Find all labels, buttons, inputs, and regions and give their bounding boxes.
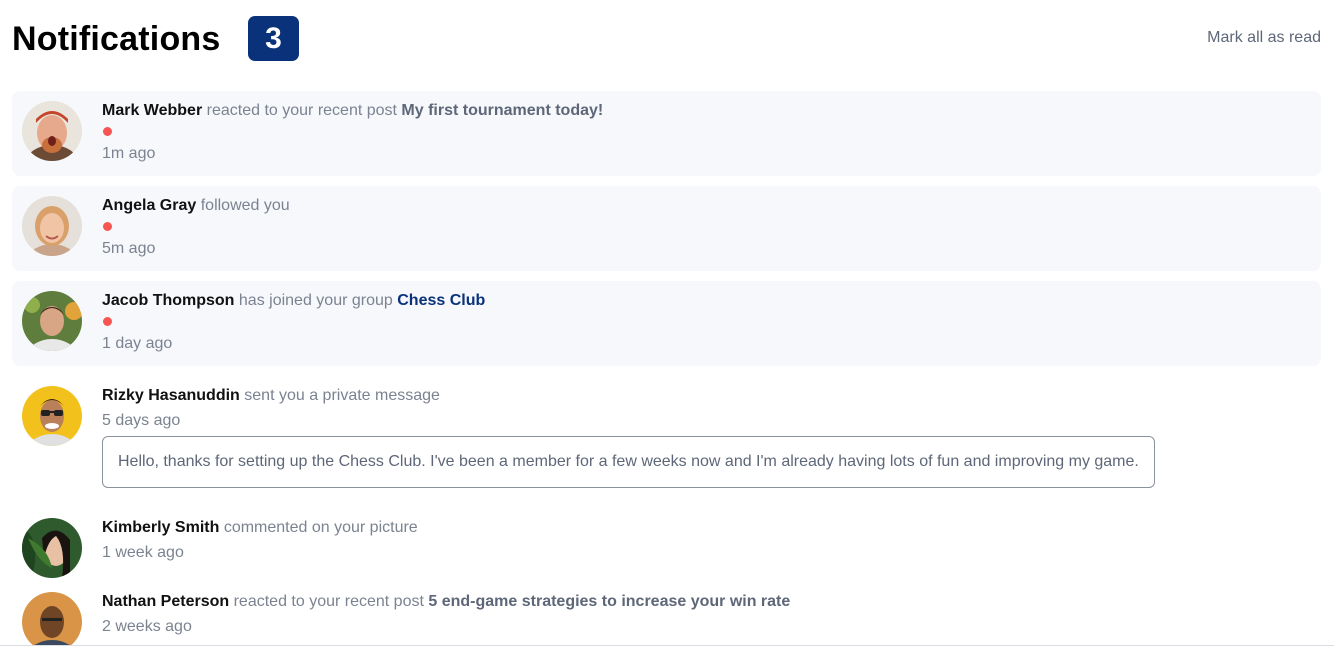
- unread-count-badge: 3: [248, 16, 299, 61]
- notification-user-name[interactable]: Angela Gray: [102, 197, 196, 214]
- notification-user-name[interactable]: Mark Webber: [102, 102, 202, 119]
- notification-time: 5m ago: [102, 240, 156, 257]
- avatar-rizky-hasanuddin-image: [22, 386, 82, 446]
- notification-text: Rizky Hasanuddin sent you a private mess…: [102, 386, 1311, 405]
- avatar[interactable]: [22, 196, 82, 256]
- notification-list: Mark Webber reacted to your recent post …: [12, 91, 1321, 646]
- notification-item[interactable]: Jacob Thompson has joined your group Che…: [12, 281, 1321, 366]
- notification-action: reacted to your recent post: [233, 593, 424, 610]
- notification-text: Kimberly Smith commented on your picture: [102, 518, 1311, 537]
- notification-action: sent you a private message: [244, 387, 440, 404]
- notification-item[interactable]: Rizky Hasanuddin sent you a private mess…: [12, 376, 1321, 498]
- notification-text: Nathan Peterson reacted to your recent p…: [102, 592, 1311, 611]
- notification-time: 1 week ago: [102, 544, 184, 561]
- avatar-mark-webber-image: [22, 101, 82, 161]
- avatar[interactable]: [22, 386, 82, 446]
- notification-post-link[interactable]: 5 end-game strategies to increase your w…: [428, 593, 790, 610]
- avatar-kimberly-smith-image: [22, 518, 82, 578]
- notification-action: followed you: [200, 197, 290, 214]
- notification-time: 1 day ago: [102, 335, 173, 352]
- notification-time: 2 weeks ago: [102, 618, 192, 635]
- avatar[interactable]: [22, 291, 82, 351]
- unread-dot: [103, 127, 112, 136]
- notification-group-link[interactable]: Chess Club: [397, 292, 485, 309]
- notification-item[interactable]: Angela Gray followed you 5m ago: [12, 186, 1321, 271]
- notification-post-link[interactable]: My first tournament today!: [401, 102, 603, 119]
- notification-item[interactable]: Mark Webber reacted to your recent post …: [12, 91, 1321, 176]
- unread-dot: [103, 222, 112, 231]
- notification-item[interactable]: Nathan Peterson reacted to your recent p…: [12, 582, 1321, 646]
- avatar[interactable]: [22, 518, 82, 578]
- notifications-page: Notifications 3 Mark all as read Mark We…: [0, 0, 1334, 646]
- notification-time: 1m ago: [102, 145, 156, 162]
- notification-user-name[interactable]: Nathan Peterson: [102, 593, 229, 610]
- unread-dot: [103, 317, 112, 326]
- avatar-jacob-thompson-image: [22, 291, 82, 351]
- page-title: Notifications: [12, 20, 221, 58]
- notification-item[interactable]: Kimberly Smith commented on your picture…: [12, 508, 1321, 578]
- notification-action: reacted to your recent post: [206, 102, 397, 119]
- avatar[interactable]: [22, 592, 82, 646]
- avatar[interactable]: [22, 101, 82, 161]
- notification-text: Mark Webber reacted to your recent post …: [102, 101, 1311, 120]
- private-message-preview[interactable]: Hello, thanks for setting up the Chess C…: [102, 436, 1155, 488]
- notifications-header: Notifications 3 Mark all as read: [12, 16, 1321, 62]
- notification-user-name[interactable]: Kimberly Smith: [102, 519, 219, 536]
- notification-text: Angela Gray followed you: [102, 196, 1311, 215]
- notification-action: has joined your group: [238, 292, 393, 309]
- notification-user-name[interactable]: Rizky Hasanuddin: [102, 387, 240, 404]
- notification-text: Jacob Thompson has joined your group Che…: [102, 291, 1311, 310]
- avatar-angela-gray-image: [22, 196, 82, 256]
- notification-user-name[interactable]: Jacob Thompson: [102, 292, 234, 309]
- notification-time: 5 days ago: [102, 412, 181, 429]
- notification-action: commented on your picture: [223, 519, 418, 536]
- mark-all-as-read-button[interactable]: Mark all as read: [1207, 29, 1321, 47]
- avatar-nathan-peterson-image: [22, 592, 82, 646]
